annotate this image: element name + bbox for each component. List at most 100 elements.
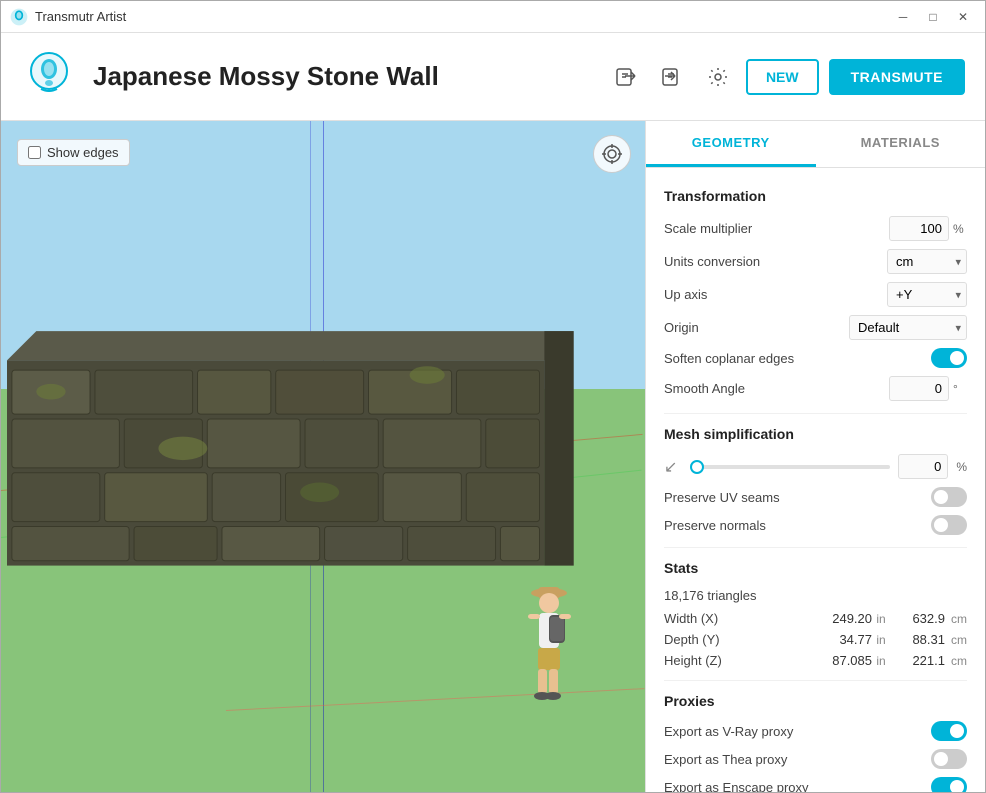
right-panel: GEOMETRY MATERIALS Transformation Scale … xyxy=(645,121,985,792)
stone-wall-model xyxy=(7,269,574,618)
app-logo xyxy=(21,49,77,105)
up-axis-select[interactable]: +Y-Y+Z-Z xyxy=(887,282,967,307)
soften-slider xyxy=(931,348,967,368)
page-title: Japanese Mossy Stone Wall xyxy=(93,61,608,92)
height-in-unit: in xyxy=(872,654,890,668)
show-edges-checkbox[interactable] xyxy=(28,146,41,159)
height-cm-value: 221.1 xyxy=(890,653,945,668)
depth-row: Depth (Y) 34.77 in 88.31 cm xyxy=(664,632,967,647)
up-axis-row: Up axis +Y-Y+Z-Z xyxy=(664,282,967,307)
scale-label: Scale multiplier xyxy=(664,221,889,236)
width-in-unit: in xyxy=(872,612,890,626)
width-cm-unit: cm xyxy=(945,612,967,626)
show-edges-label: Show edges xyxy=(47,145,119,160)
preserve-uv-row: Preserve UV seams xyxy=(664,487,967,507)
main-content: Show edges GEOMETRY MATERIALS xyxy=(1,121,985,792)
scale-unit: % xyxy=(953,222,967,236)
enscape-proxy-label: Export as Enscape proxy xyxy=(664,780,931,793)
vray-proxy-slider xyxy=(931,721,967,741)
simplification-track[interactable] xyxy=(692,465,890,469)
scale-input[interactable] xyxy=(889,216,949,241)
divider-2 xyxy=(664,547,967,548)
titlebar: Transmutr Artist ─ □ ✕ xyxy=(1,1,985,33)
camera-reset-button[interactable] xyxy=(593,135,631,173)
depth-in-value: 34.77 xyxy=(817,632,872,647)
smooth-input[interactable] xyxy=(889,376,949,401)
export-icon xyxy=(661,66,683,88)
tab-materials[interactable]: MATERIALS xyxy=(816,121,986,167)
preserve-normals-slider xyxy=(931,515,967,535)
enscape-proxy-slider xyxy=(931,777,967,792)
height-label: Height (Z) xyxy=(664,653,817,668)
preserve-uv-toggle[interactable] xyxy=(931,487,967,507)
simplification-thumb[interactable] xyxy=(690,460,704,474)
thea-proxy-row: Export as Thea proxy xyxy=(664,749,967,769)
gear-icon xyxy=(707,66,729,88)
enscape-proxy-toggle[interactable] xyxy=(931,777,967,792)
preserve-normals-label: Preserve normals xyxy=(664,518,931,533)
scale-value: % xyxy=(889,216,967,241)
simplification-slider-row: ↙ % xyxy=(664,454,967,479)
divider-3 xyxy=(664,680,967,681)
titlebar-title: Transmutr Artist xyxy=(35,9,889,24)
preserve-uv-label: Preserve UV seams xyxy=(664,490,931,505)
depth-cm-value: 88.31 xyxy=(890,632,945,647)
width-row: Width (X) 249.20 in 632.9 cm xyxy=(664,611,967,626)
app-icon xyxy=(9,7,29,27)
origin-label: Origin xyxy=(664,320,849,335)
soften-toggle[interactable] xyxy=(931,348,967,368)
divider-1 xyxy=(664,413,967,414)
depth-label: Depth (Y) xyxy=(664,632,817,647)
width-cm-value: 632.9 xyxy=(890,611,945,626)
transformation-section-title: Transformation xyxy=(664,188,967,204)
stats-section-title: Stats xyxy=(664,560,967,576)
import-button[interactable] xyxy=(608,59,644,95)
vray-proxy-toggle[interactable] xyxy=(931,721,967,741)
units-select-wrapper: cmmmminft xyxy=(887,249,967,274)
show-edges-control[interactable]: Show edges xyxy=(17,139,130,166)
smooth-value: ° xyxy=(889,376,967,401)
scale-row: Scale multiplier % xyxy=(664,216,967,241)
new-button[interactable]: NEW xyxy=(746,59,819,95)
height-row: Height (Z) 87.085 in 221.1 cm xyxy=(664,653,967,668)
vray-proxy-label: Export as V-Ray proxy xyxy=(664,724,931,739)
settings-button[interactable] xyxy=(700,59,736,95)
triangle-count: 18,176 triangles xyxy=(664,588,967,603)
mesh-section-title: Mesh simplification xyxy=(664,426,967,442)
thea-proxy-slider xyxy=(931,749,967,769)
header: Japanese Mossy Stone Wall NEW TRANSMUTE xyxy=(1,33,985,121)
person-figure xyxy=(512,581,587,711)
up-axis-label: Up axis xyxy=(664,287,887,302)
export-button[interactable] xyxy=(654,59,690,95)
preserve-uv-slider xyxy=(931,487,967,507)
minimize-button[interactable]: ─ xyxy=(889,3,917,31)
thea-proxy-toggle[interactable] xyxy=(931,749,967,769)
origin-select[interactable]: DefaultCenterBottom Center xyxy=(849,315,967,340)
transmute-button[interactable]: TRANSMUTE xyxy=(829,59,965,95)
smooth-label: Smooth Angle xyxy=(664,381,889,396)
tab-geometry[interactable]: GEOMETRY xyxy=(646,121,816,167)
origin-select-wrapper: DefaultCenterBottom Center xyxy=(849,315,967,340)
proxies-section-title: Proxies xyxy=(664,693,967,709)
header-actions: NEW TRANSMUTE xyxy=(608,59,965,95)
maximize-button[interactable]: □ xyxy=(919,3,947,31)
simplification-pct: % xyxy=(956,460,967,474)
soften-label: Soften coplanar edges xyxy=(664,351,931,366)
depth-cm-unit: cm xyxy=(945,633,967,647)
tab-bar: GEOMETRY MATERIALS xyxy=(646,121,985,168)
width-in-value: 249.20 xyxy=(817,611,872,626)
units-select[interactable]: cmmmminft xyxy=(887,249,967,274)
height-in-value: 87.085 xyxy=(817,653,872,668)
simplify-icon: ↙ xyxy=(664,457,684,477)
viewport: Show edges xyxy=(1,121,645,792)
preserve-normals-toggle[interactable] xyxy=(931,515,967,535)
simplification-value[interactable] xyxy=(898,454,948,479)
close-button[interactable]: ✕ xyxy=(949,3,977,31)
origin-row: Origin DefaultCenterBottom Center xyxy=(664,315,967,340)
vray-proxy-row: Export as V-Ray proxy xyxy=(664,721,967,741)
soften-row: Soften coplanar edges xyxy=(664,348,967,368)
camera-icon xyxy=(601,143,623,165)
depth-in-unit: in xyxy=(872,633,890,647)
import-icon xyxy=(615,66,637,88)
width-label: Width (X) xyxy=(664,611,817,626)
